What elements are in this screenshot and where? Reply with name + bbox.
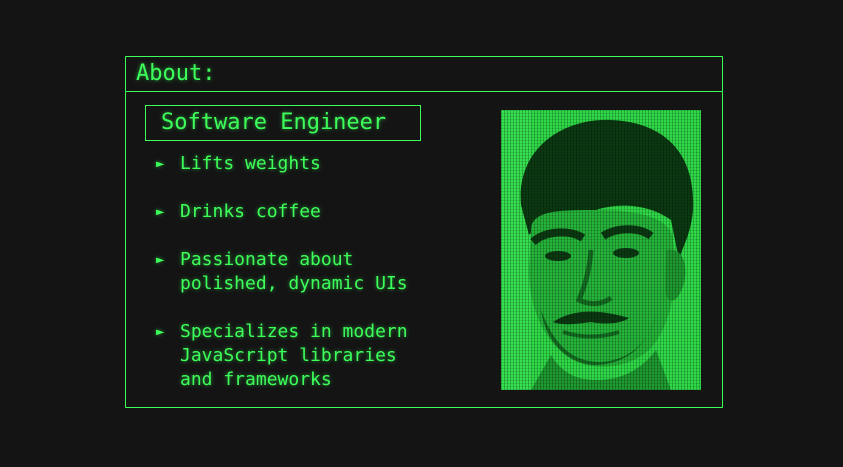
trait-line: and frameworks [180, 369, 332, 390]
about-panel: About: Software Engineer ► Lifts weights… [125, 56, 723, 408]
bullet-arrow-icon: ► [156, 324, 165, 340]
trait-line: polished, dynamic UIs [180, 273, 408, 294]
list-item: ► Passionate about polished, dynamic UIs [156, 248, 456, 296]
trait-line: Specializes in modern [180, 321, 408, 342]
list-item: ► Lifts weights [156, 152, 456, 176]
trait-line: Lifts weights [180, 153, 321, 174]
trait-line: Drinks coffee [180, 201, 321, 222]
traits-list: ► Lifts weights ► Drinks coffee ► Passio… [156, 152, 456, 416]
trait-line: Passionate about [180, 249, 354, 270]
role-title: Software Engineer [145, 105, 421, 141]
bullet-arrow-icon: ► [156, 204, 165, 220]
panel-title: About: [126, 57, 722, 92]
list-item: ► Specializes in modern JavaScript libra… [156, 320, 456, 392]
trait-line: JavaScript libraries [180, 345, 397, 366]
bullet-arrow-icon: ► [156, 156, 165, 172]
list-item: ► Drinks coffee [156, 200, 456, 224]
profile-photo [501, 110, 701, 390]
person-portrait-icon [501, 110, 701, 390]
bullet-arrow-icon: ► [156, 252, 165, 268]
